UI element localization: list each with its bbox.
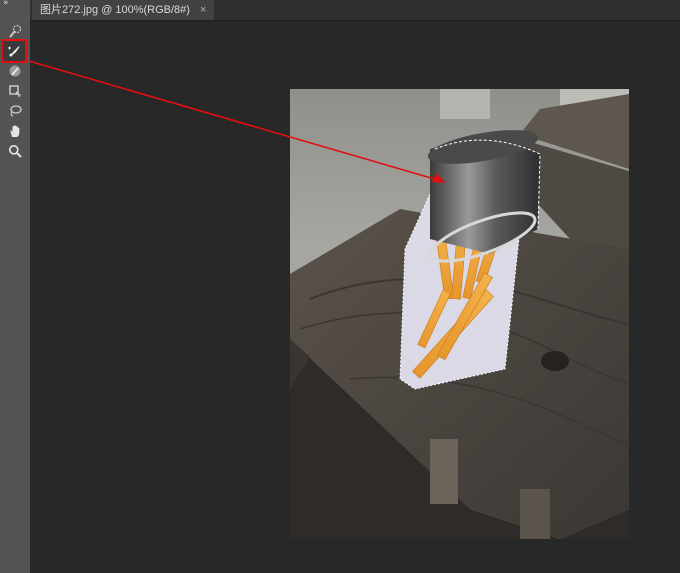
quick-selection-tool-icon[interactable] <box>6 22 24 40</box>
document-canvas-image[interactable] <box>290 89 629 539</box>
quick-selection-subtract-tool-icon[interactable] <box>6 62 24 80</box>
hand-tool-icon[interactable] <box>6 122 24 140</box>
lasso-tool-icon[interactable] <box>6 102 24 120</box>
zoom-tool-icon[interactable] <box>6 142 24 160</box>
close-tab-icon[interactable]: × <box>200 0 206 20</box>
tools-panel: » <box>0 0 31 573</box>
document-tab-bar: 图片272.jpg @ 100%(RGB/8#) × <box>30 0 680 21</box>
quick-selection-add-tool-icon[interactable] <box>1 39 27 63</box>
document-tab-title: 图片272.jpg @ 100%(RGB/8#) <box>40 4 190 16</box>
document-tab[interactable]: 图片272.jpg @ 100%(RGB/8#) × <box>32 0 215 20</box>
collapse-panel-icon[interactable]: » <box>3 0 8 8</box>
crop-tool-icon[interactable] <box>6 82 24 100</box>
